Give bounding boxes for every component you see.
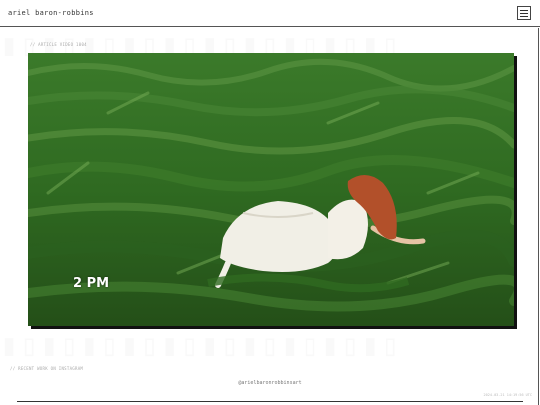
menu-button[interactable] <box>517 6 531 20</box>
instagram-handle[interactable]: @arielbaronrobbinsart <box>0 380 540 386</box>
video-section-label: // ARTICLE VIDEO 1004 <box>30 42 87 47</box>
hamburger-menu-icon <box>520 9 528 17</box>
instagram-section-label: // RECENT WORK ON INSTAGRAM <box>10 366 84 371</box>
video-time-overlay: 2 PM <box>73 276 110 291</box>
instagram-feed-frame <box>17 401 523 405</box>
background-texture: ▮▯▮▯▮▯▮▯▮▯▮▯▮▯▮▯▮▯▮▯ <box>0 328 538 368</box>
instagram-timestamp: 2024-03-21 14:19:56 UTC <box>483 393 532 397</box>
site-header: ariel baron-robbins <box>0 0 540 27</box>
video-player[interactable]: 2 PM <box>28 53 514 326</box>
site-title[interactable]: ariel baron-robbins <box>8 9 94 17</box>
